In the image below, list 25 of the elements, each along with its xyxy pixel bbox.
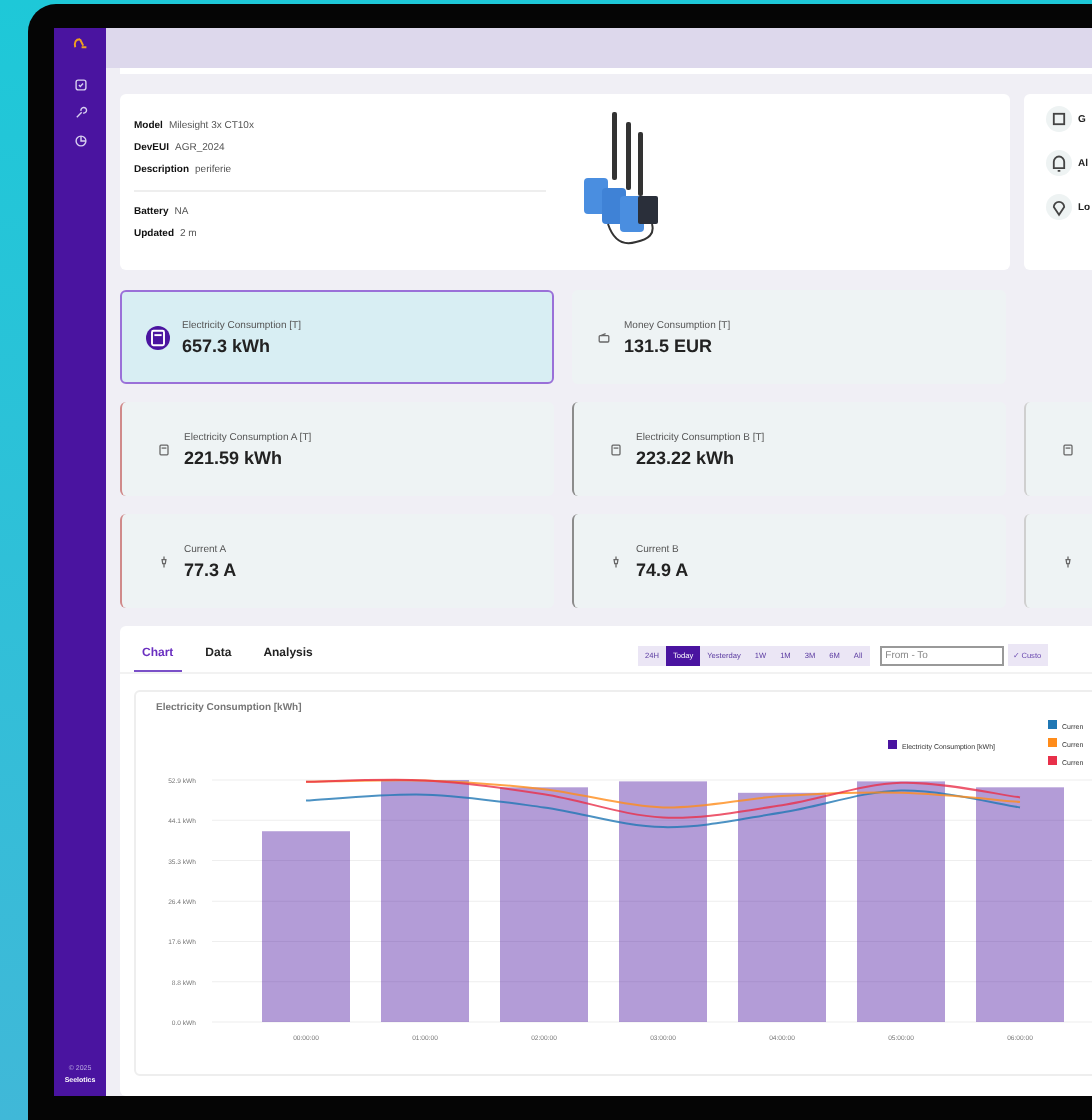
meter-icon <box>146 325 170 349</box>
metric-value: 221.59 kWh <box>184 447 285 467</box>
metric-value: 657.3 kWh <box>182 335 273 355</box>
logo-icon <box>72 36 88 52</box>
meter-icon <box>156 441 172 457</box>
legend-swatch <box>1048 720 1057 729</box>
bell-icon <box>1046 150 1072 176</box>
box-icon <box>1046 106 1072 132</box>
meter-icon <box>1060 441 1076 457</box>
metric-value: 77.3 A <box>184 559 237 579</box>
metric-value: 131.5 EUR <box>624 335 715 355</box>
legend-swatch <box>888 740 897 749</box>
plug-icon <box>608 553 624 569</box>
pie-icon[interactable] <box>73 134 87 148</box>
dashboard-icon[interactable] <box>73 78 87 92</box>
legend-swatch <box>1048 756 1057 765</box>
plug-icon <box>1060 553 1076 569</box>
metric-value: 74.9 A <box>636 559 689 579</box>
wrench-icon[interactable] <box>73 106 87 120</box>
meter-icon <box>608 441 624 457</box>
legend-swatch <box>1048 738 1057 747</box>
metric-value: 223.22 kWh <box>636 447 737 467</box>
pin-icon <box>1046 194 1072 220</box>
wallet-icon <box>596 329 612 345</box>
plug-icon <box>156 553 172 569</box>
